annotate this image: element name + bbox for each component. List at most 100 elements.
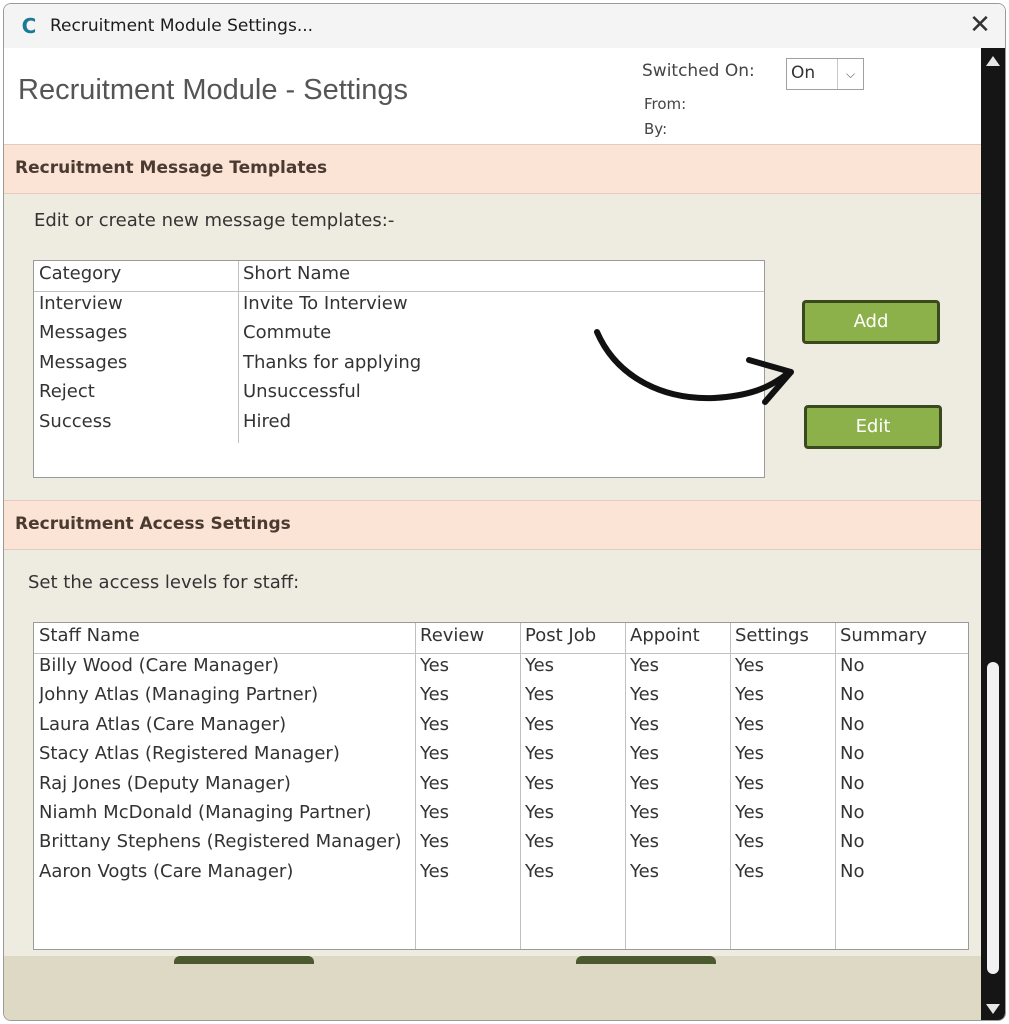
table-cell[interactable]: Yes xyxy=(525,831,625,852)
table-cell[interactable]: Yes xyxy=(735,684,835,705)
settings-content: Recruitment Module - Settings Switched O… xyxy=(4,48,981,1020)
table-cell[interactable]: Yes xyxy=(525,684,625,705)
table-cell[interactable]: No xyxy=(840,684,960,705)
column-header[interactable]: Category xyxy=(39,263,235,284)
access-section-title: Recruitment Access Settings xyxy=(15,514,291,534)
switched-on-dropdown[interactable]: On ⌵ xyxy=(786,58,864,90)
list-column-divider xyxy=(520,623,521,949)
switched-on-value: On xyxy=(791,63,816,83)
app-logo-icon: C xyxy=(21,14,37,38)
table-cell[interactable]: No xyxy=(840,831,960,852)
templates-section-title: Recruitment Message Templates xyxy=(15,158,328,178)
table-cell[interactable]: Success xyxy=(39,411,235,432)
templates-section-header: Recruitment Message Templates xyxy=(4,144,981,194)
table-cell[interactable]: Yes xyxy=(420,802,520,823)
table-cell[interactable]: Yes xyxy=(735,861,835,882)
table-cell[interactable]: Yes xyxy=(525,655,625,676)
list-header-divider xyxy=(34,653,968,654)
table-cell[interactable]: Yes xyxy=(735,655,835,676)
table-cell[interactable]: Yes xyxy=(630,655,730,676)
page-title: Recruitment Module - Settings xyxy=(18,74,409,106)
table-cell[interactable]: No xyxy=(840,802,960,823)
settings-window: C Recruitment Module Settings... ✕ Recru… xyxy=(3,3,1006,1021)
table-cell[interactable]: Yes xyxy=(630,861,730,882)
scroll-thumb[interactable] xyxy=(987,662,999,974)
switched-on-label: Switched On: xyxy=(642,61,755,81)
arrow-annotation-icon xyxy=(594,329,794,405)
column-header[interactable]: Short Name xyxy=(243,263,743,284)
table-cell[interactable]: Laura Atlas (Care Manager) xyxy=(39,714,414,735)
table-cell[interactable]: Raj Jones (Deputy Manager) xyxy=(39,773,414,794)
edit-template-button[interactable]: Edit xyxy=(804,405,942,449)
table-cell[interactable]: Brittany Stephens (Registered Manager) xyxy=(39,831,414,852)
table-cell[interactable]: Yes xyxy=(420,831,520,852)
table-cell[interactable]: No xyxy=(840,861,960,882)
table-cell[interactable]: Billy Wood (Care Manager) xyxy=(39,655,414,676)
table-cell[interactable]: Yes xyxy=(630,831,730,852)
table-cell[interactable]: Yes xyxy=(735,743,835,764)
table-cell[interactable]: Yes xyxy=(735,714,835,735)
table-cell[interactable]: No xyxy=(840,655,960,676)
templates-hint: Edit or create new message templates:- xyxy=(34,210,395,231)
table-cell[interactable]: Yes xyxy=(630,802,730,823)
table-cell[interactable]: Yes xyxy=(420,714,520,735)
footer-button-left[interactable] xyxy=(174,956,314,964)
table-cell[interactable]: Yes xyxy=(525,802,625,823)
table-cell[interactable]: Yes xyxy=(420,655,520,676)
table-cell[interactable]: Yes xyxy=(630,773,730,794)
table-cell[interactable]: Messages xyxy=(39,322,235,343)
table-cell[interactable]: Yes xyxy=(525,861,625,882)
table-cell[interactable]: No xyxy=(840,743,960,764)
table-cell[interactable]: Yes xyxy=(525,743,625,764)
column-header[interactable]: Settings xyxy=(735,625,835,646)
access-hint: Set the access levels for staff: xyxy=(28,572,300,593)
table-cell[interactable]: Johny Atlas (Managing Partner) xyxy=(39,684,414,705)
column-header[interactable]: Review xyxy=(420,625,520,646)
column-header[interactable]: Appoint xyxy=(630,625,730,646)
footer-button-right[interactable] xyxy=(576,956,716,964)
scroll-down-icon[interactable] xyxy=(986,1004,1000,1014)
table-cell[interactable]: Yes xyxy=(630,684,730,705)
table-cell[interactable]: Yes xyxy=(735,831,835,852)
chevron-down-icon[interactable]: ⌵ xyxy=(837,59,863,89)
table-cell[interactable]: Yes xyxy=(735,773,835,794)
table-cell[interactable]: Yes xyxy=(525,773,625,794)
window-title: Recruitment Module Settings... xyxy=(50,16,314,36)
list-column-divider xyxy=(415,623,416,949)
by-label: By: xyxy=(644,120,668,138)
access-section-header: Recruitment Access Settings xyxy=(4,500,981,550)
form-footer xyxy=(4,956,981,1020)
title-bar: C Recruitment Module Settings... ✕ xyxy=(4,4,1005,48)
list-column-divider xyxy=(625,623,626,949)
table-cell[interactable]: Yes xyxy=(630,743,730,764)
table-cell[interactable]: Yes xyxy=(420,861,520,882)
table-cell[interactable]: No xyxy=(840,773,960,794)
list-column-divider xyxy=(835,623,836,949)
add-template-button[interactable]: Add xyxy=(802,300,940,344)
vertical-scrollbar[interactable] xyxy=(981,48,1005,1020)
column-header[interactable]: Summary xyxy=(840,625,960,646)
table-cell[interactable]: Niamh McDonald (Managing Partner) xyxy=(39,802,414,823)
table-cell[interactable]: Hired xyxy=(243,411,743,432)
table-cell[interactable]: Stacy Atlas (Registered Manager) xyxy=(39,743,414,764)
table-cell[interactable]: Messages xyxy=(39,352,235,373)
scroll-up-icon[interactable] xyxy=(986,56,1000,66)
from-label: From: xyxy=(644,95,687,113)
list-header-divider xyxy=(34,291,764,292)
list-column-divider xyxy=(238,261,239,443)
table-cell[interactable]: Yes xyxy=(630,714,730,735)
table-cell[interactable]: Yes xyxy=(420,773,520,794)
table-cell[interactable]: Yes xyxy=(525,714,625,735)
access-list[interactable]: Staff Name Review Post Job Appoint Settings S… xyxy=(33,622,969,950)
table-cell[interactable]: Reject xyxy=(39,381,235,402)
table-cell[interactable]: No xyxy=(840,714,960,735)
column-header[interactable]: Staff Name xyxy=(39,625,414,646)
table-cell[interactable]: Yes xyxy=(420,684,520,705)
table-cell[interactable]: Yes xyxy=(420,743,520,764)
close-button[interactable]: ✕ xyxy=(965,10,995,40)
table-cell[interactable]: Yes xyxy=(735,802,835,823)
column-header[interactable]: Post Job xyxy=(525,625,625,646)
table-cell[interactable]: Invite To Interview xyxy=(243,293,743,314)
table-cell[interactable]: Aaron Vogts (Care Manager) xyxy=(39,861,414,882)
table-cell[interactable]: Interview xyxy=(39,293,235,314)
